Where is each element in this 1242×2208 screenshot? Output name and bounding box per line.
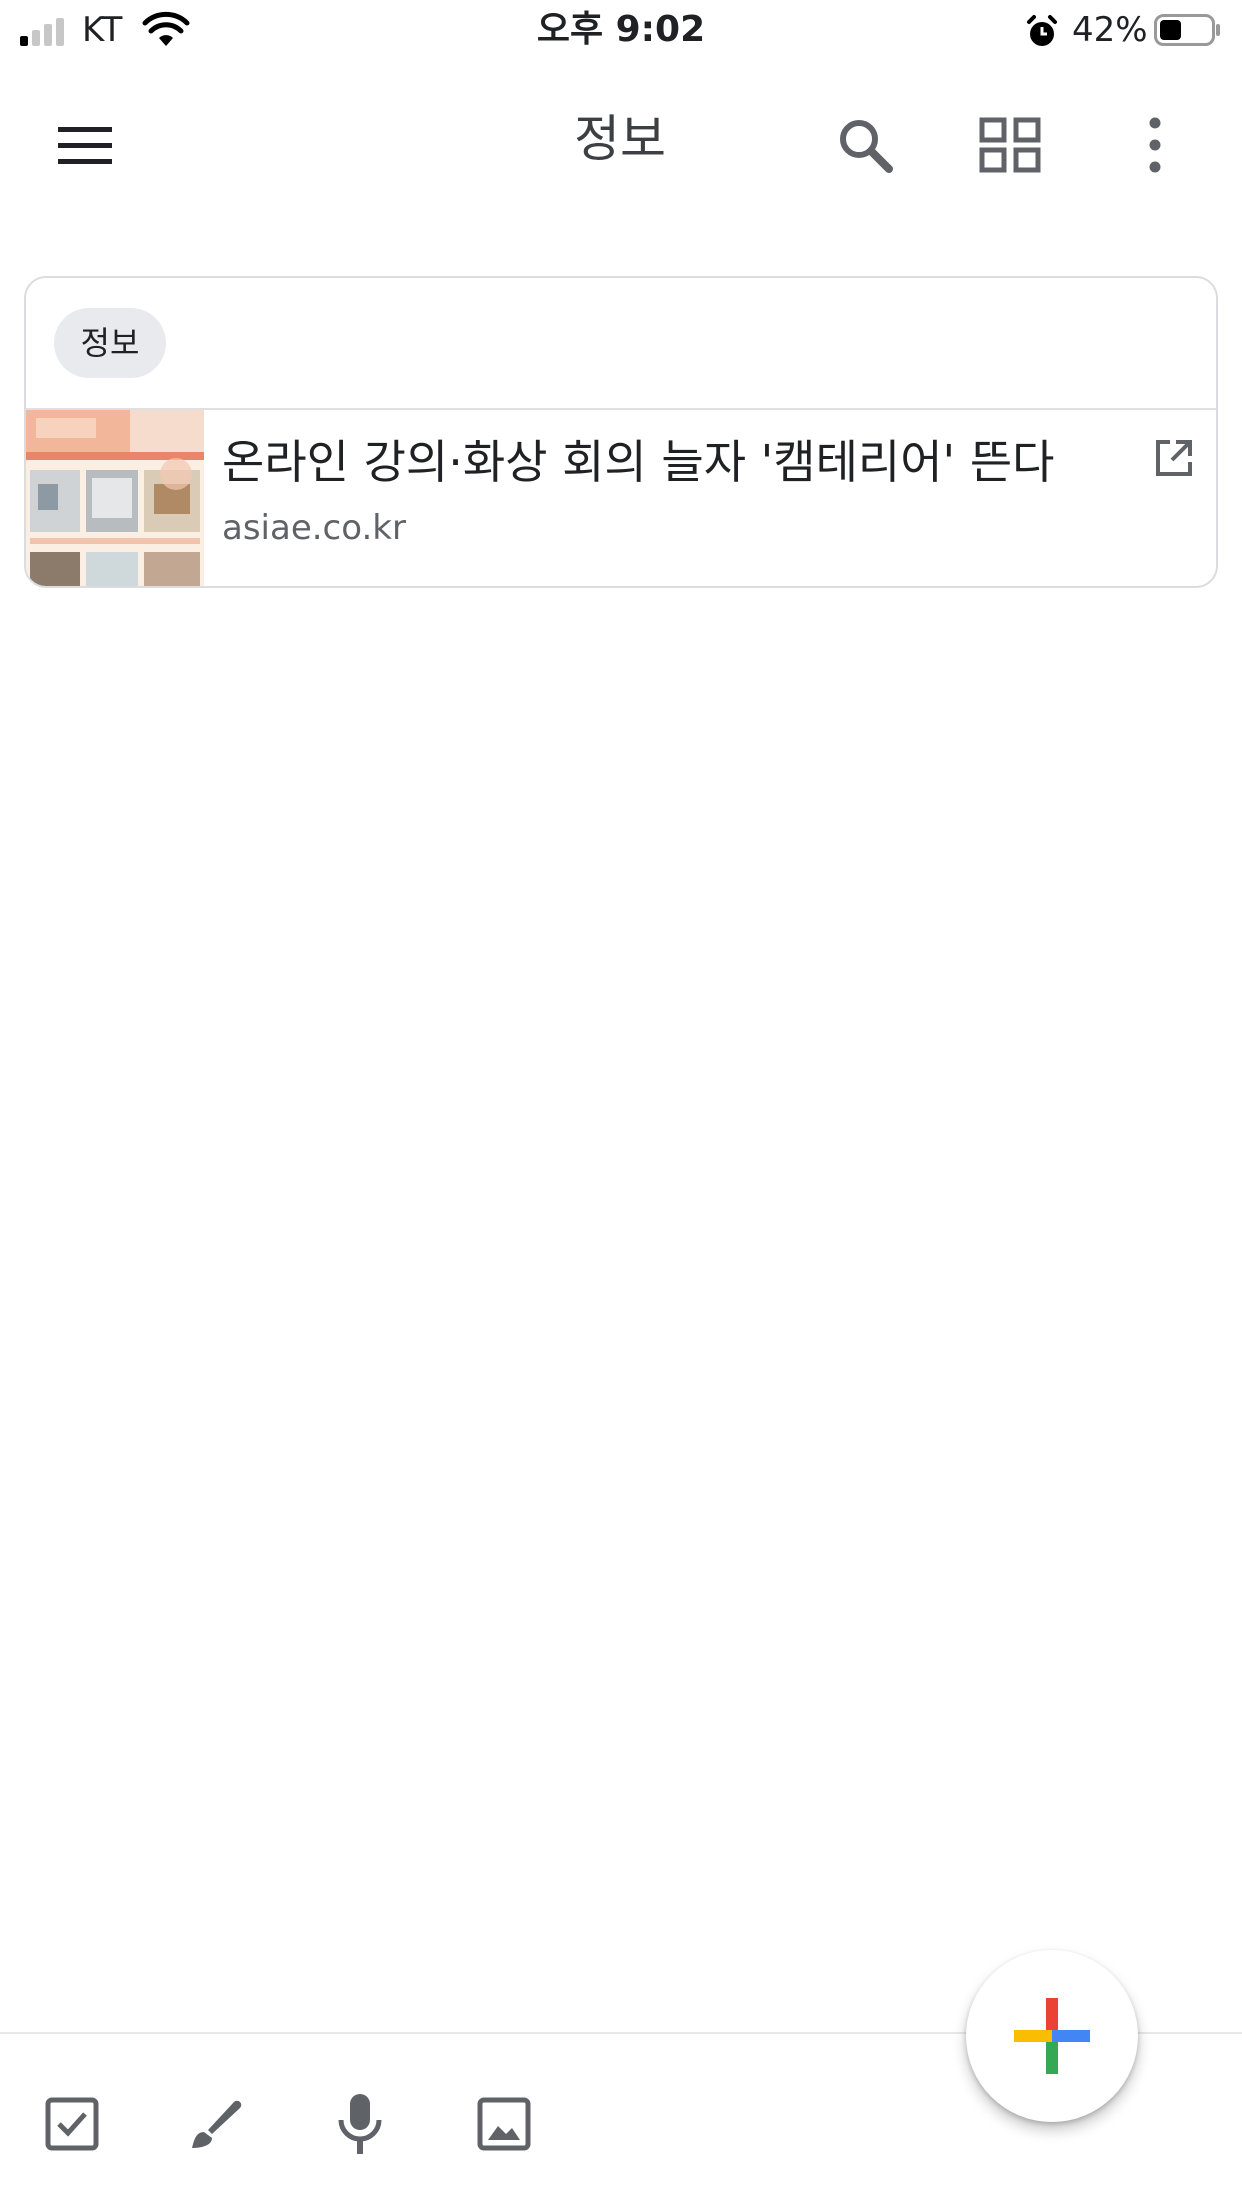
open-link-button[interactable] xyxy=(1146,430,1202,486)
link-preview[interactable]: 온라인 강의·화상 회의 늘자 '캠테리어' 뜬다 asiae.co.kr xyxy=(26,408,1216,586)
battery-percent: 42% xyxy=(1072,10,1148,50)
battery-icon xyxy=(1154,14,1220,46)
mic-icon xyxy=(338,2094,382,2154)
label-chip[interactable]: 정보 xyxy=(54,308,166,378)
more-vert-icon xyxy=(1149,117,1161,173)
plus-icon xyxy=(1014,1998,1090,2074)
page-title: 정보 xyxy=(574,110,666,168)
note-card[interactable]: 정보 온라인 강의·화상 회의 늘자 '캠테리어' 뜬다 asiae.co.kr xyxy=(24,276,1218,588)
search-button[interactable] xyxy=(820,105,910,185)
menu-icon xyxy=(58,127,112,164)
menu-button[interactable] xyxy=(40,110,130,180)
grid-view-icon xyxy=(979,117,1041,173)
open-in-new-icon xyxy=(1156,440,1192,476)
link-title: 온라인 강의·화상 회의 늘자 '캠테리어' 뜬다 xyxy=(222,435,1055,489)
more-options-button[interactable] xyxy=(1115,105,1195,185)
new-note-fab[interactable] xyxy=(966,1950,1138,2122)
new-list-button[interactable] xyxy=(32,2084,112,2164)
add-image-button[interactable] xyxy=(464,2084,544,2164)
image-icon xyxy=(477,2097,531,2151)
alarm-icon xyxy=(1027,15,1057,46)
brush-icon xyxy=(192,2100,242,2148)
voice-note-button[interactable] xyxy=(320,2084,400,2164)
top-app-bar: 정보 xyxy=(0,80,1242,210)
new-drawing-button[interactable] xyxy=(176,2084,256,2164)
grid-view-button[interactable] xyxy=(965,105,1055,185)
link-domain: asiae.co.kr xyxy=(222,508,406,548)
status-bar: KT 오후 9:02 42% xyxy=(0,0,1242,62)
article-thumbnail xyxy=(26,410,204,586)
search-icon xyxy=(840,120,893,173)
checkbox-icon xyxy=(45,2097,99,2151)
